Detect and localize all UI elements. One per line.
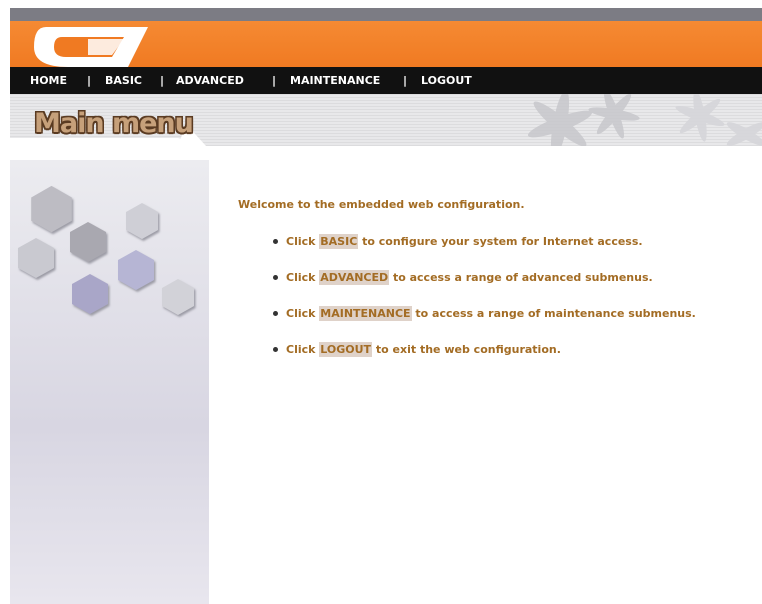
nav-separator: | (87, 74, 92, 87)
item-prefix: Click (286, 307, 320, 320)
bullet-icon (273, 310, 278, 316)
item-suffix: to configure your system for Internet ac… (358, 235, 643, 248)
hexagons-icon (18, 185, 194, 315)
nav-maintenance-link[interactable]: MAINTENANCE (290, 67, 380, 94)
basic-link[interactable]: BASIC (319, 234, 359, 249)
nav-basic-link[interactable]: BASIC (105, 67, 142, 94)
header-bar (10, 21, 762, 67)
nav-home-link[interactable]: HOME (30, 67, 67, 94)
logo-icon (34, 27, 148, 67)
title-banner: Main menu (10, 94, 762, 146)
list-item: Click MAINTENANCE to access a range of m… (273, 306, 696, 321)
bullet-icon (273, 346, 278, 352)
list-item: Click ADVANCED to access a range of adva… (273, 270, 653, 285)
page-title: Main menu (34, 108, 194, 139)
list-item: Click LOGOUT to exit the web configurati… (273, 342, 561, 357)
item-suffix: to access a range of advanced submenus. (389, 271, 653, 284)
nav-separator: | (160, 74, 165, 87)
top-strip (10, 8, 762, 21)
sidebar (10, 160, 209, 604)
flowers-icon (527, 94, 762, 146)
logout-link[interactable]: LOGOUT (319, 342, 373, 357)
item-prefix: Click (286, 235, 320, 248)
bullet-icon (273, 238, 278, 244)
advanced-link[interactable]: ADVANCED (319, 270, 390, 285)
welcome-text: Welcome to the embedded web configuratio… (238, 198, 525, 211)
list-item: Click BASIC to configure your system for… (273, 234, 643, 249)
item-suffix: to access a range of maintenance submenu… (411, 307, 696, 320)
nav-advanced-link[interactable]: ADVANCED (176, 67, 244, 94)
nav-separator: | (272, 74, 277, 87)
item-prefix: Click (286, 271, 320, 284)
maintenance-link[interactable]: MAINTENANCE (319, 306, 412, 321)
page-frame: HOME | BASIC | ADVANCED | MAINTENANCE | … (10, 8, 762, 604)
bullet-icon (273, 274, 278, 280)
item-prefix: Click (286, 343, 320, 356)
nav-separator: | (403, 74, 408, 87)
nav-logout-link[interactable]: LOGOUT (421, 67, 472, 94)
item-suffix: to exit the web configuration. (372, 343, 561, 356)
top-nav: HOME | BASIC | ADVANCED | MAINTENANCE | … (10, 67, 762, 94)
